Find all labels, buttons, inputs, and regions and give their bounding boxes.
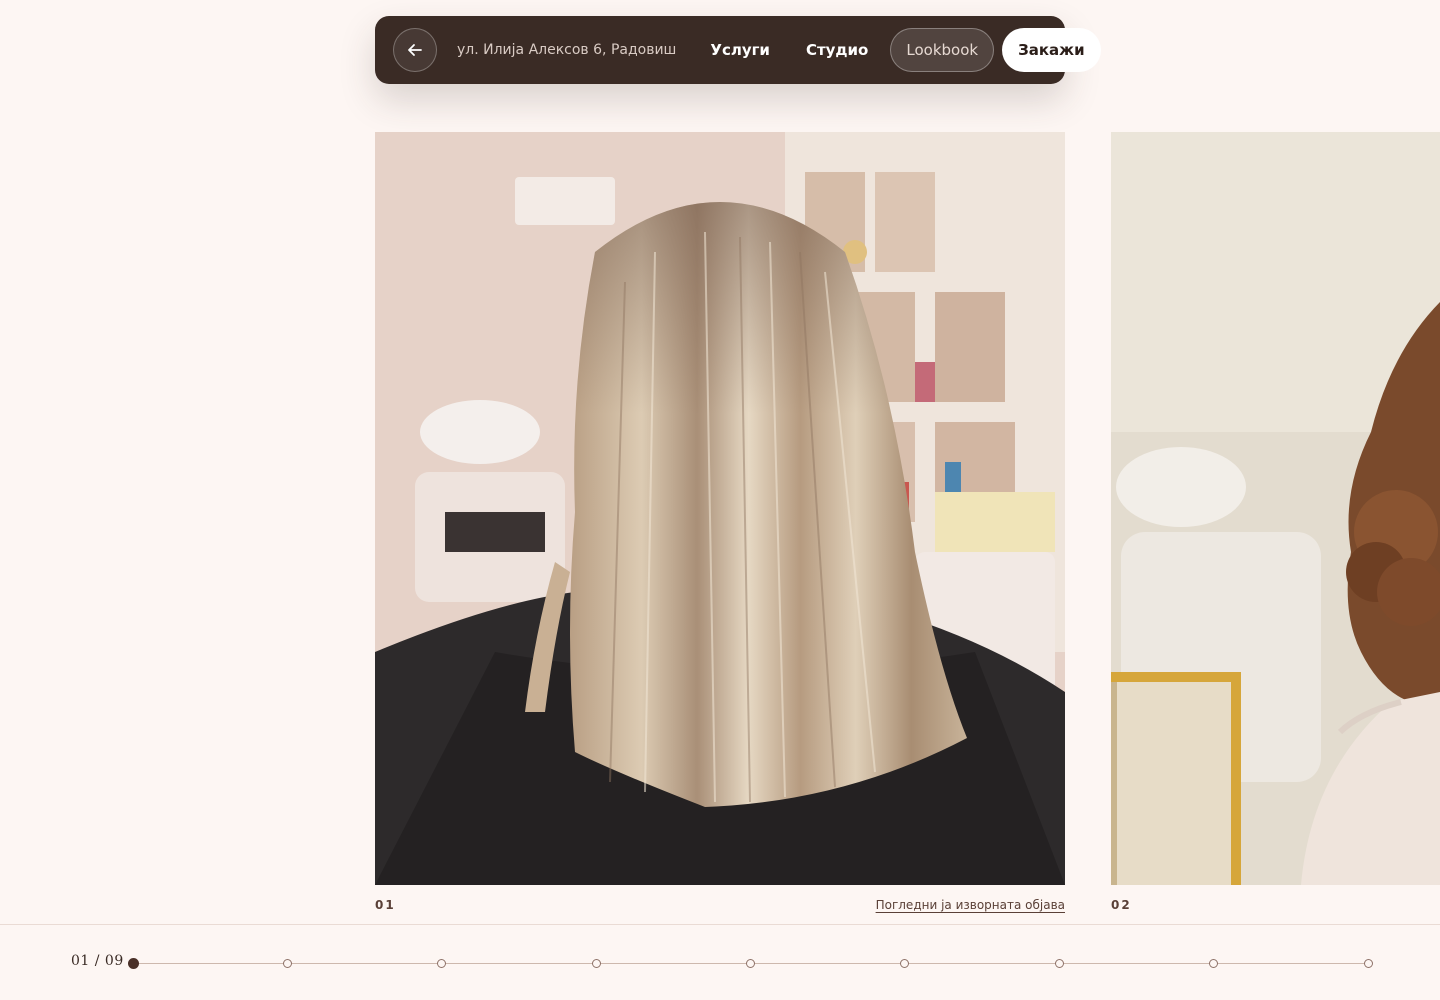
pager-dot-5[interactable] <box>746 959 755 968</box>
book-button[interactable]: Закажи <box>1002 28 1101 72</box>
top-nav: ул. Илија Алексов 6, Радовиш Услуги Студ… <box>375 16 1101 84</box>
gallery-photo-2[interactable] <box>1111 132 1440 885</box>
pager-dot-9[interactable] <box>1363 959 1373 968</box>
pager-dot-7[interactable] <box>1054 959 1064 968</box>
photo-1-image <box>375 132 1065 885</box>
back-button[interactable] <box>393 28 437 72</box>
photo-2-image <box>1111 132 1440 885</box>
gallery-pager: 01 / 09 <box>0 924 1440 1000</box>
lookbook-page: ул. Илија Алексов 6, Радовиш Услуги Студ… <box>0 0 1440 1000</box>
gallery-photo-1[interactable] <box>375 132 1065 885</box>
nav-link-services[interactable]: Услуги <box>710 41 770 59</box>
pager-dot-4[interactable] <box>591 959 601 968</box>
photo-number-1: 01 <box>375 898 396 912</box>
pager-dot-1[interactable] <box>127 958 139 969</box>
pager-dot-8[interactable] <box>1209 959 1219 968</box>
nav-link-lookbook[interactable]: Lookbook <box>890 28 995 72</box>
arrow-left-icon <box>408 44 422 56</box>
photo-number-2: 02 <box>1111 898 1132 912</box>
view-original-post-link[interactable]: Погледни ја изворната објава <box>876 898 1065 912</box>
address-text: ул. Илија Алексов 6, Радовиш <box>457 42 677 58</box>
pager-dot-3[interactable] <box>437 959 447 968</box>
pager-dot-2[interactable] <box>282 959 292 968</box>
slide-counter: 01 / 09 <box>71 953 124 969</box>
pager-dot-6[interactable] <box>900 959 910 968</box>
nav-link-studio[interactable]: Студио <box>806 41 868 59</box>
